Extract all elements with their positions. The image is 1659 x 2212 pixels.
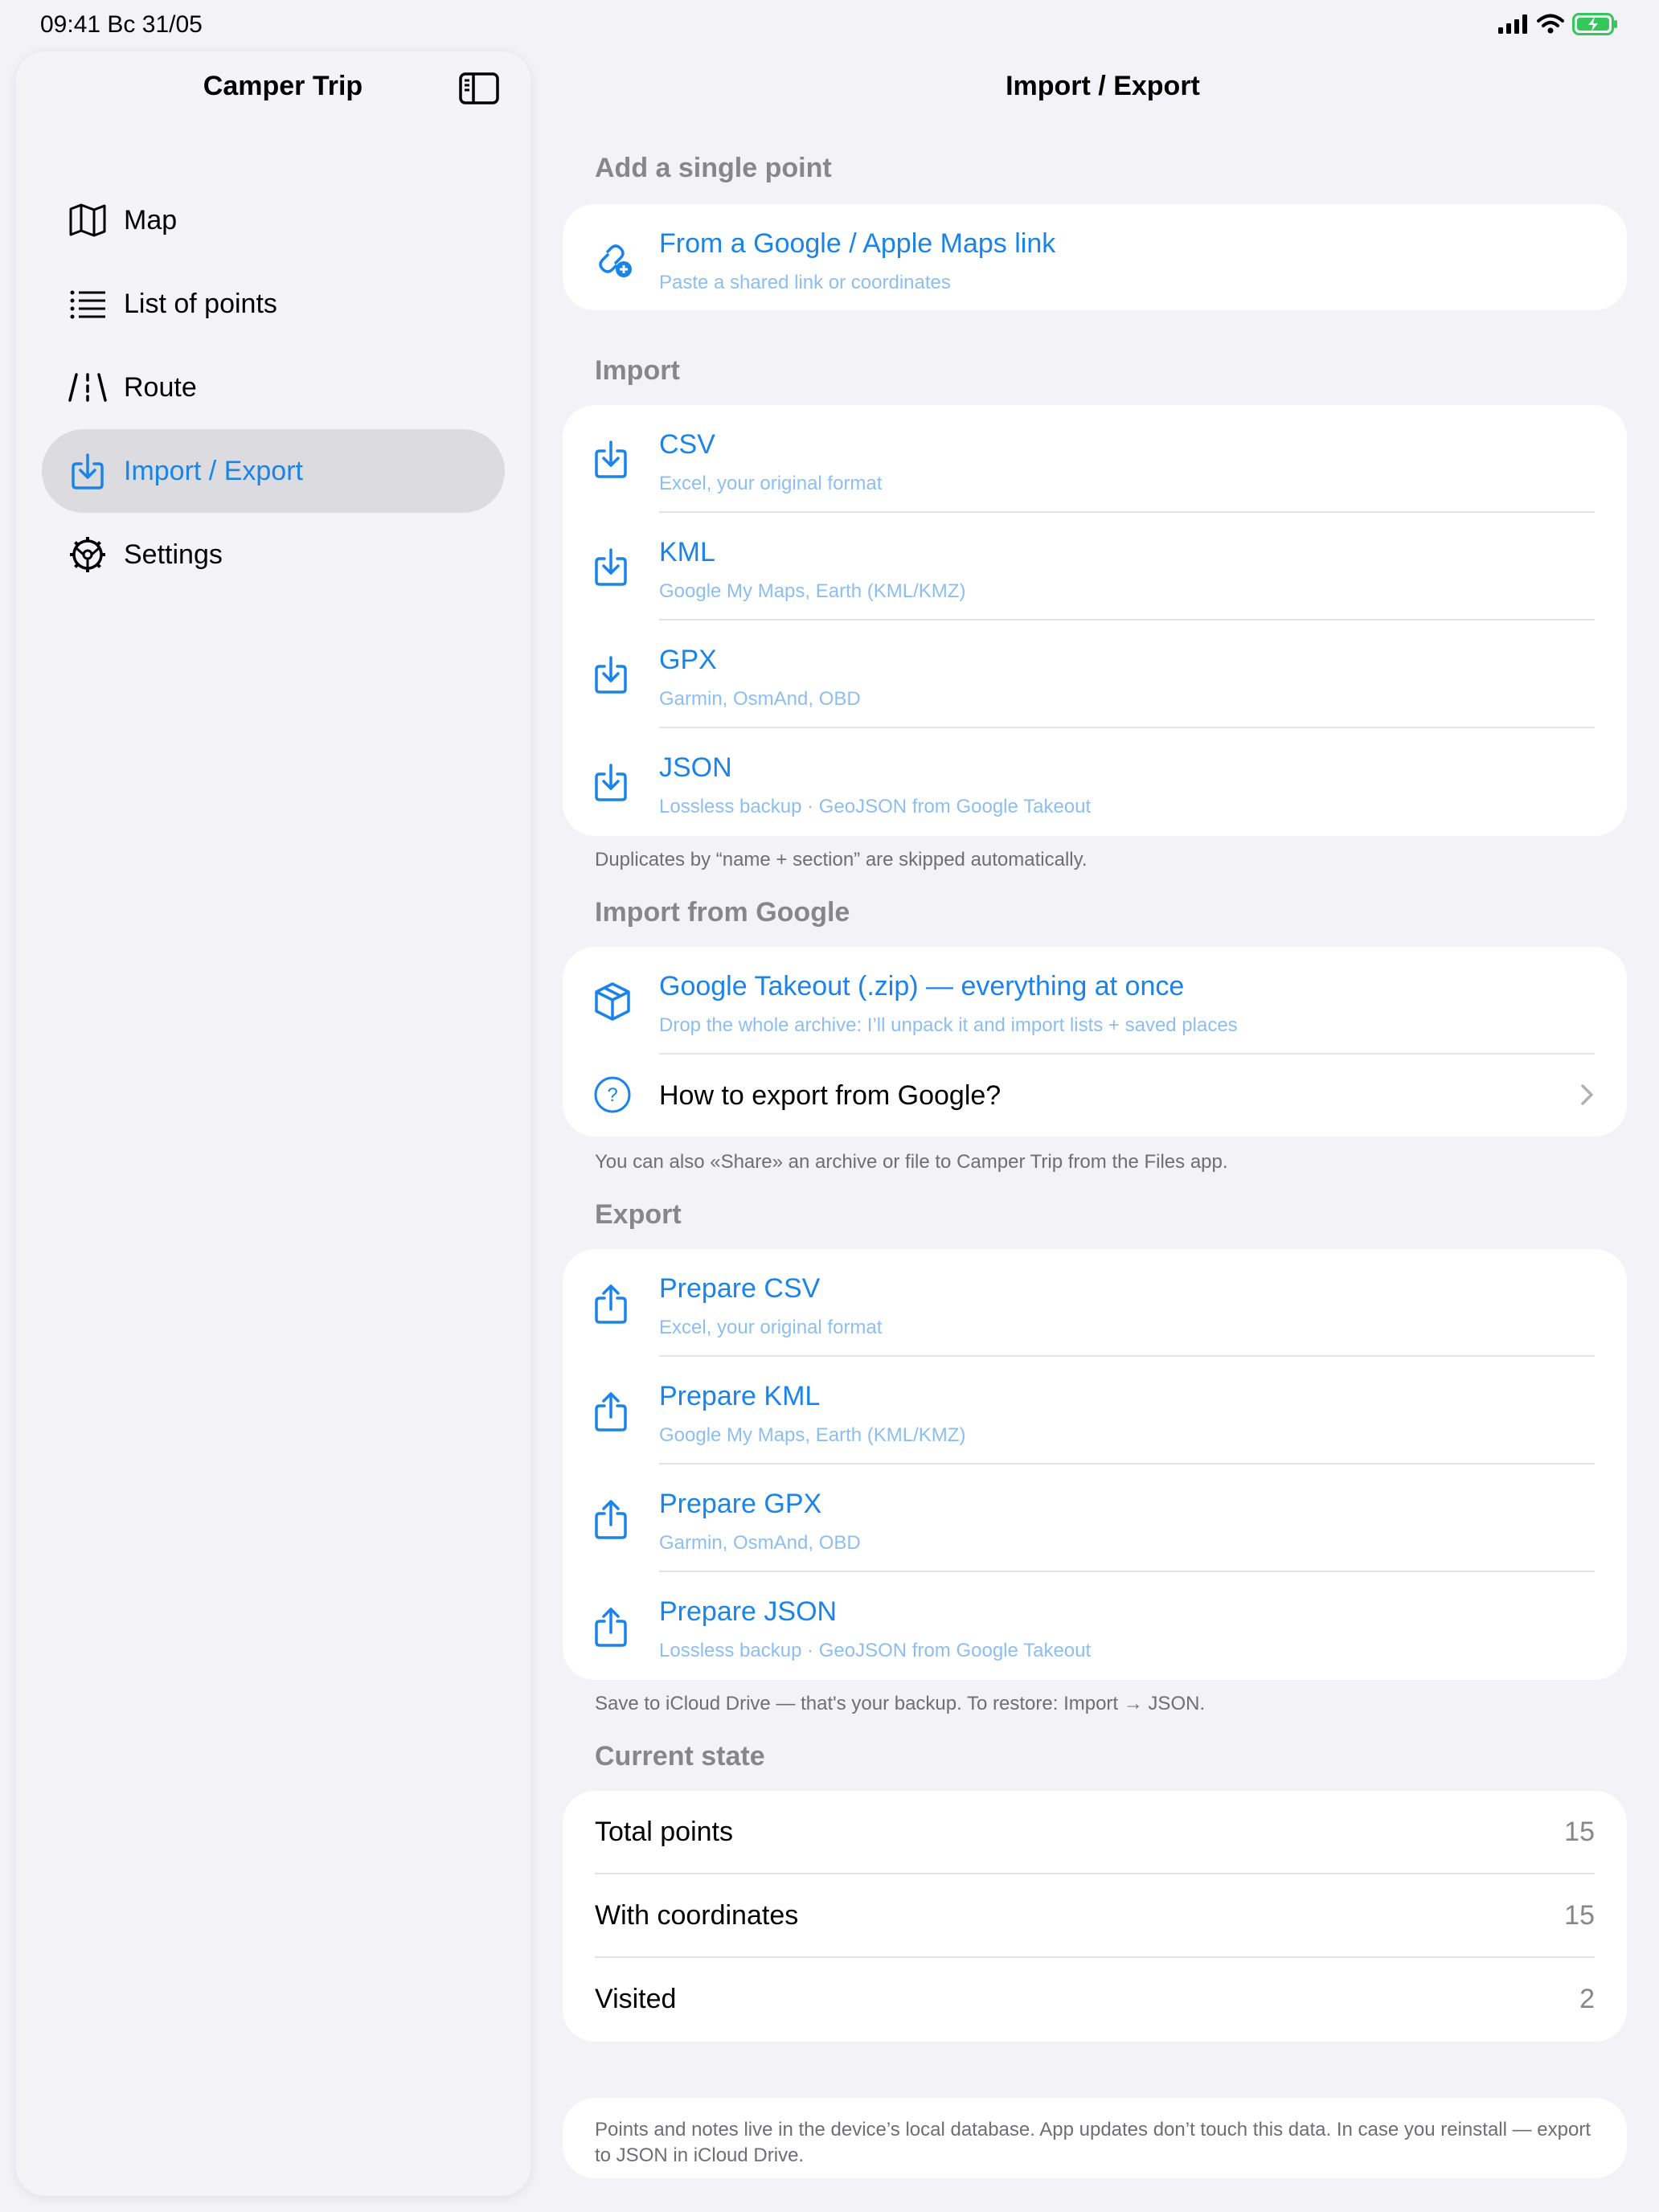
battery-icon [1572, 13, 1619, 35]
row-title: Google Takeout (.zip) — everything at on… [659, 971, 1185, 1002]
sidebar-item-settings[interactable]: Settings [42, 513, 505, 596]
sidebar-item-label: Import / Export [124, 455, 303, 486]
section-header-import: Import [595, 355, 680, 386]
status-bar: 09:41 Вс 31/05 [0, 0, 1659, 51]
howto-export-google-row[interactable]: ? How to export from Google? [563, 1055, 1627, 1137]
state-label: With coordinates [595, 1900, 799, 1931]
state-label: Visited [595, 1984, 677, 2014]
row-subtitle: Garmin, OsmAnd, OBD [659, 1532, 861, 1554]
export-kml-row[interactable]: Prepare KML Google My Maps, Earth (KML/K… [563, 1357, 1627, 1464]
wifi-icon [1537, 14, 1564, 35]
row-title: From a Google / Apple Maps link [659, 228, 1056, 259]
info-card: Points and notes live in the device’s lo… [563, 2098, 1627, 2178]
row-title: KML [659, 537, 715, 567]
export-json-row[interactable]: Prepare JSON Lossless backup · GeoJSON f… [563, 1572, 1627, 1680]
export-footer-note: Save to iCloud Drive — that's your backu… [595, 1693, 1206, 1714]
state-label: Total points [595, 1817, 733, 1847]
row-title: Prepare KML [659, 1381, 821, 1411]
status-time: 09:41 Вс 31/05 [40, 11, 203, 38]
import-icon [68, 451, 108, 491]
road-icon [68, 367, 108, 408]
row-subtitle: Drop the whole archive: I’ll unpack it a… [659, 1014, 1238, 1036]
sidebar-item-import-export[interactable]: Import / Export [42, 429, 505, 513]
import-icon [593, 547, 632, 586]
gear-icon [68, 535, 108, 575]
row-subtitle: Garmin, OsmAnd, OBD [659, 688, 861, 710]
row-title: Prepare GPX [659, 1489, 822, 1519]
state-value: 2 [1579, 1984, 1595, 2014]
link-plus-icon [593, 239, 632, 277]
import-icon [593, 655, 632, 694]
share-icon [593, 1391, 632, 1432]
sidebar-item-list[interactable]: List of points [42, 262, 505, 346]
import-kml-row[interactable]: KML Google My Maps, Earth (KML/KMZ) [563, 513, 1627, 621]
sidebar: Camper Trip Map List of points Route Imp… [16, 51, 530, 2196]
share-icon [593, 1499, 632, 1539]
row-title: CSV [659, 429, 715, 460]
sidebar-nav: Map List of points Route Import / Export… [42, 178, 505, 596]
signal-icon [1498, 14, 1529, 34]
import-csv-row[interactable]: CSV Excel, your original format [563, 405, 1627, 513]
sidebar-item-label: Route [124, 371, 197, 403]
google-takeout-row[interactable]: Google Takeout (.zip) — everything at on… [563, 947, 1627, 1055]
list-icon [68, 284, 108, 324]
row-title: Prepare CSV [659, 1273, 821, 1304]
page-title: Import / Export [1006, 71, 1200, 101]
row-subtitle: Lossless backup · GeoJSON from Google Ta… [659, 796, 1092, 817]
svg-text:?: ? [607, 1084, 617, 1106]
sidebar-item-label: List of points [124, 288, 277, 319]
maps-link-row[interactable]: From a Google / Apple Maps link Paste a … [563, 204, 1627, 312]
export-gpx-row[interactable]: Prepare GPX Garmin, OsmAnd, OBD [563, 1464, 1627, 1572]
sidebar-item-label: Settings [124, 539, 223, 570]
package-icon [593, 981, 632, 1021]
row-title: JSON [659, 752, 732, 783]
question-circle-icon: ? [593, 1075, 632, 1114]
google-card: Google Takeout (.zip) — everything at on… [563, 947, 1627, 1137]
sidebar-item-label: Map [124, 204, 178, 236]
row-subtitle: Excel, your original format [659, 473, 883, 494]
row-subtitle: Google My Maps, Earth (KML/KMZ) [659, 1424, 966, 1446]
import-icon [593, 440, 632, 478]
import-icon [593, 763, 632, 801]
state-row-coordinates: With coordinates 15 [563, 1874, 1627, 1958]
row-subtitle: Google My Maps, Earth (KML/KMZ) [659, 580, 966, 602]
row-subtitle: Paste a shared link or coordinates [659, 272, 951, 293]
state-row-total: Total points 15 [563, 1791, 1627, 1874]
state-row-visited: Visited 2 [563, 1958, 1627, 2042]
section-header-export: Export [595, 1199, 682, 1230]
export-csv-row[interactable]: Prepare CSV Excel, your original format [563, 1249, 1627, 1357]
section-header-single-point: Add a single point [595, 153, 832, 183]
sidebar-item-route[interactable]: Route [42, 346, 505, 429]
chevron-right-icon [1580, 1083, 1595, 1106]
sidebar-toggle-icon[interactable] [458, 71, 500, 106]
row-title: GPX [659, 645, 717, 675]
export-card: Prepare CSV Excel, your original format … [563, 1249, 1627, 1680]
share-icon [593, 1607, 632, 1647]
import-card: CSV Excel, your original format KML Goog… [563, 405, 1627, 836]
row-subtitle: Lossless backup · GeoJSON from Google Ta… [659, 1640, 1092, 1661]
import-json-row[interactable]: JSON Lossless backup · GeoJSON from Goog… [563, 728, 1627, 836]
row-title: Prepare JSON [659, 1596, 838, 1627]
section-header-state: Current state [595, 1741, 765, 1772]
section-header-google: Import from Google [595, 897, 850, 928]
share-icon [593, 1284, 632, 1324]
import-gpx-row[interactable]: GPX Garmin, OsmAnd, OBD [563, 621, 1627, 728]
import-footer-note: Duplicates by “name + section” are skipp… [595, 849, 1088, 870]
state-value: 15 [1564, 1817, 1595, 1847]
row-subtitle: Excel, your original format [659, 1317, 883, 1338]
sidebar-item-map[interactable]: Map [42, 178, 505, 262]
state-card: Total points 15 With coordinates 15 Visi… [563, 1791, 1627, 2042]
howto-label: How to export from Google? [659, 1080, 1002, 1111]
state-value: 15 [1564, 1900, 1595, 1931]
single-point-card: From a Google / Apple Maps link Paste a … [563, 204, 1627, 310]
status-icons [1498, 13, 1619, 35]
google-footer-note: You can also «Share» an archive or file … [595, 1151, 1228, 1173]
map-icon [68, 200, 108, 240]
